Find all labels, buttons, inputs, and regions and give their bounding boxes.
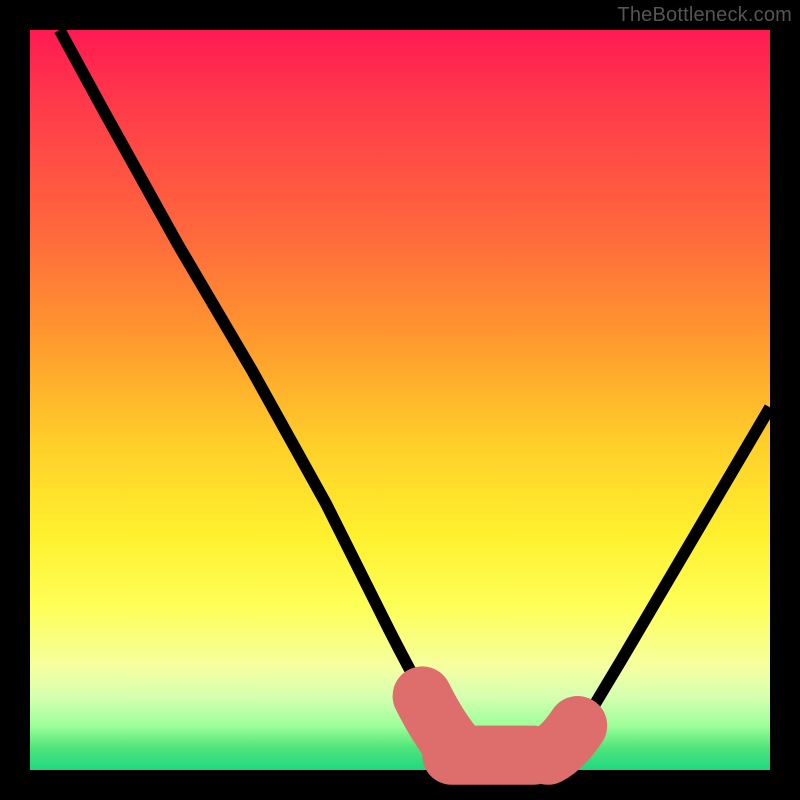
plot-area <box>30 30 770 770</box>
curve-main <box>60 30 770 763</box>
watermark-text: TheBottleneck.com <box>617 4 792 27</box>
chart-frame: TheBottleneck.com <box>0 0 800 800</box>
accent-right-dash <box>548 726 578 756</box>
curve-layer <box>30 30 770 770</box>
